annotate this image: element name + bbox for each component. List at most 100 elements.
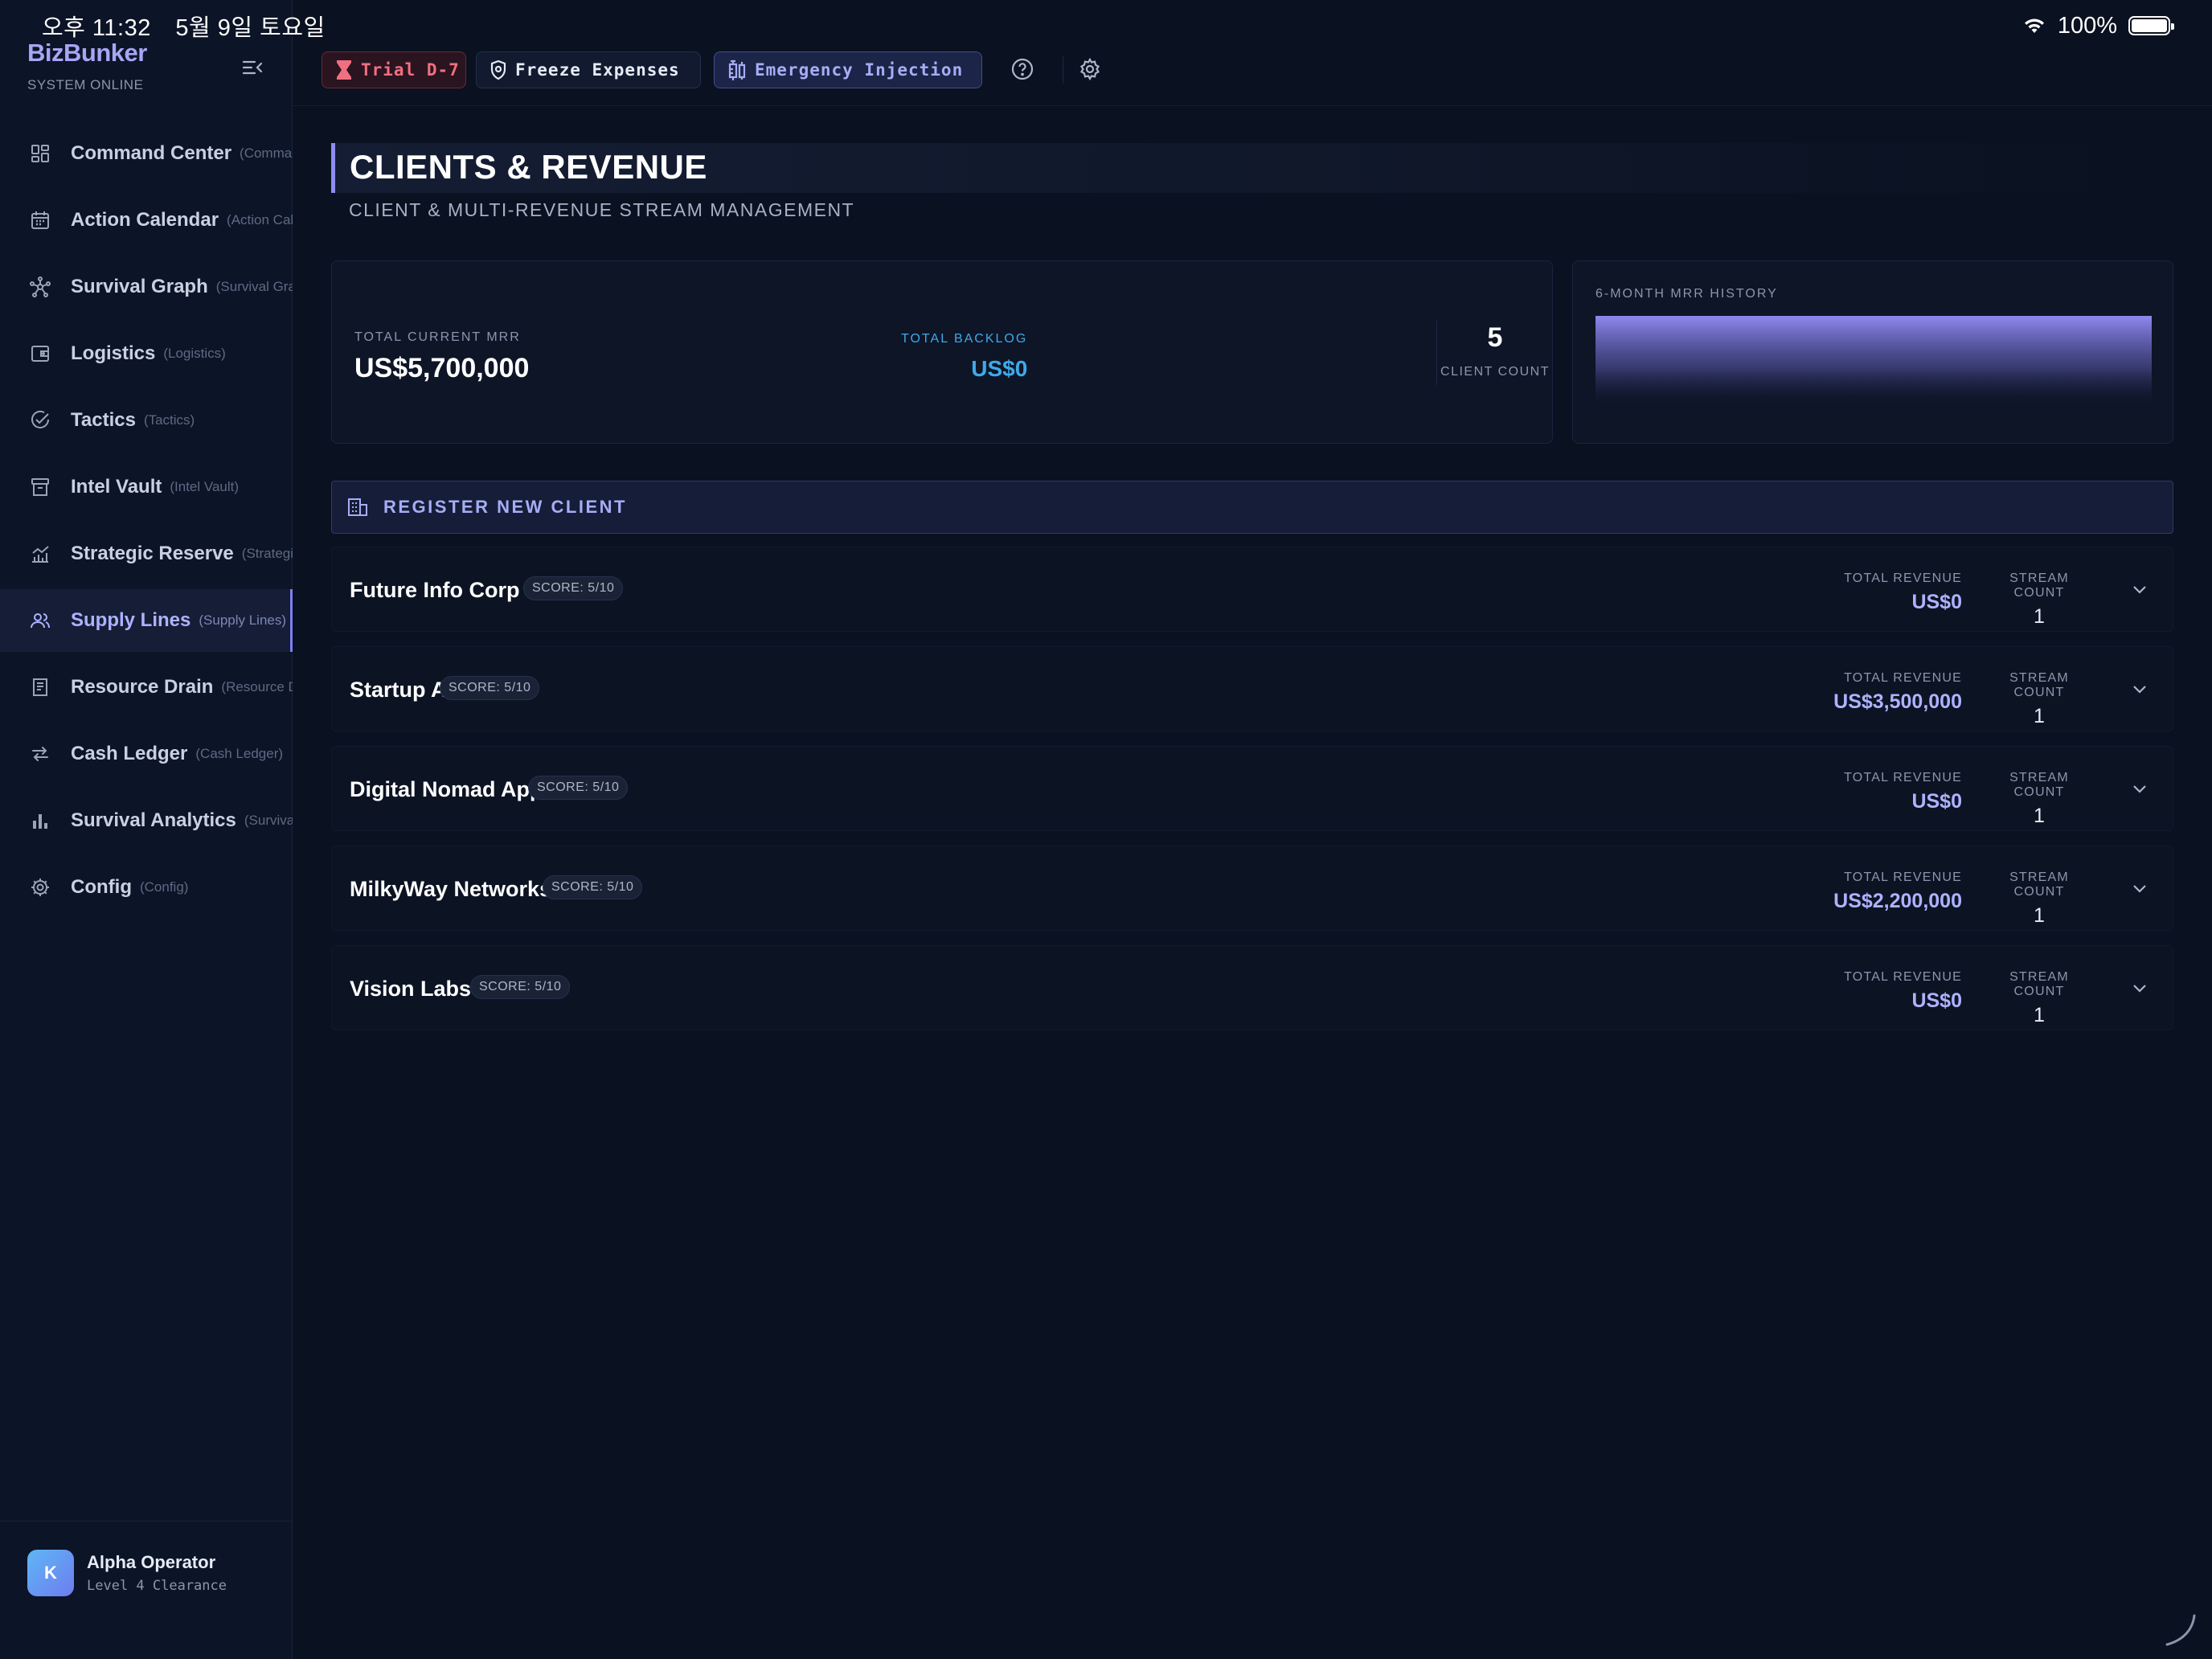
swap-icon [29, 743, 51, 765]
trial-badge-button[interactable]: Trial D-7 [322, 51, 466, 88]
sidebar-item-label: Logistics [71, 342, 156, 364]
sidebar-item-label: Action Calendar [71, 209, 219, 231]
client-total-revenue: TOTAL REVENUE US$0 [1844, 571, 1962, 614]
loading-spinner-icon [2165, 1614, 2196, 1646]
client-stream-count: STREAM COUNT 1 [1983, 970, 2095, 1027]
expand-client-button[interactable] [2128, 977, 2152, 1001]
expand-client-button[interactable] [2128, 877, 2152, 901]
user-profile[interactable]: K Alpha Operator Level 4 Clearance [0, 1521, 293, 1659]
client-row-milkyway-networks[interactable]: MilkyWay Networks SCORE: 5/10 TOTAL REVE… [331, 846, 2173, 931]
client-count-label: CLIENT COUNT [1440, 365, 1550, 379]
page-title: CLIENTS & REVENUE [350, 148, 707, 186]
sidebar-item-resource-drain[interactable]: Resource Drain (Resource Drain) [0, 656, 293, 719]
client-count-stat: 5 CLIENT COUNT [1436, 322, 1554, 379]
sidebar-item-cash-ledger[interactable]: Cash Ledger (Cash Ledger) [0, 723, 293, 785]
stream-count-label: STREAM COUNT [2009, 771, 2069, 799]
gear-icon [1079, 58, 1100, 80]
sidebar-item-label: Config [71, 876, 132, 898]
wallet-icon [29, 342, 51, 365]
stream-count-label: STREAM COUNT [2009, 671, 2069, 699]
help-button[interactable] [1008, 55, 1037, 84]
freeze-label: Freeze Expenses [515, 60, 680, 80]
sidebar-item-intel-vault[interactable]: Intel Vault (Intel Vault) [0, 456, 293, 518]
settings-button[interactable] [1075, 55, 1104, 84]
stream-count-label: STREAM COUNT [2009, 870, 2069, 899]
sidebar-item-action-calendar[interactable]: Action Calendar (Action Calendar) [0, 189, 293, 252]
page-subtitle: CLIENT & MULTI-REVENUE STREAM MANAGEMENT [349, 199, 855, 220]
sidebar-item-sublabel: (Resource Drain) [221, 679, 293, 694]
sidebar-item-sublabel: (Supply Lines) [199, 612, 287, 628]
sidebar-item-strategic-reserve[interactable]: Strategic Reserve (Strategic Reserve) [0, 522, 293, 585]
freeze-expenses-button[interactable]: Freeze Expenses [476, 51, 701, 88]
expand-client-button[interactable] [2128, 777, 2152, 801]
register-new-client-button[interactable]: REGISTER NEW CLIENT [331, 481, 2173, 534]
sidebar-item-survival-graph[interactable]: Survival Graph (Survival Graph) [0, 256, 293, 318]
sidebar-item-config[interactable]: Config (Config) [0, 856, 293, 919]
client-score-badge: SCORE: 5/10 [470, 975, 571, 999]
chart-icon [29, 543, 51, 565]
client-score-badge: SCORE: 5/10 [543, 875, 643, 899]
mrr-history-card: 6-MONTH MRR HISTORY [1572, 260, 2173, 444]
mrr-history-chart [1596, 316, 2152, 409]
users-icon [29, 609, 51, 632]
chevron-down-icon [2133, 586, 2146, 594]
building-icon [348, 498, 367, 516]
client-name: Startup A [350, 678, 447, 702]
client-row-digital-nomad-app[interactable]: Digital Nomad App SCORE: 5/10 TOTAL REVE… [331, 746, 2173, 831]
sidebar-item-tactics[interactable]: Tactics (Tactics) [0, 389, 293, 452]
client-name: Future Info Corp [350, 578, 520, 602]
shield-icon [490, 59, 507, 80]
archive-icon [29, 476, 51, 498]
stream-count-label: STREAM COUNT [2009, 571, 2069, 600]
client-row-startup-a[interactable]: Startup A SCORE: 5/10 TOTAL REVENUE US$3… [331, 646, 2173, 731]
sidebar: BizBunker SYSTEM ONLINE Command Center (… [0, 0, 293, 1659]
sidebar-item-sublabel: (Strategic Reserve) [241, 546, 293, 561]
stream-count-label: STREAM COUNT [2009, 970, 2069, 998]
total-revenue-value: US$2,200,000 [1833, 890, 1962, 912]
bar-chart-icon [29, 809, 51, 832]
total-revenue-value: US$0 [1911, 790, 1962, 813]
sidebar-item-command-center[interactable]: Command Center (Command Center) [0, 122, 293, 185]
total-revenue-value: US$0 [1911, 591, 1962, 613]
chevron-down-icon [2133, 686, 2146, 694]
total-backlog-stat: TOTAL BACKLOG US$0 [901, 332, 1027, 382]
chevron-down-icon [2133, 985, 2146, 993]
total-revenue-label: TOTAL REVENUE [1844, 970, 1962, 984]
emergency-injection-button[interactable]: Emergency Injection [714, 51, 982, 88]
client-row-future-info-corp[interactable]: Future Info Corp SCORE: 5/10 TOTAL REVEN… [331, 547, 2173, 632]
sidebar-item-survival-analytics[interactable]: Survival Analytics (Survival Analytics) [0, 789, 293, 852]
mrr-history-label: 6-MONTH MRR HISTORY [1596, 287, 1778, 301]
expand-client-button[interactable] [2128, 678, 2152, 702]
top-toolbar: Trial D-7 Freeze Expenses Emergency Inje… [293, 0, 2212, 106]
sidebar-item-label: Resource Drain [71, 676, 214, 698]
total-revenue-value: US$3,500,000 [1833, 690, 1962, 713]
brand: BizBunker SYSTEM ONLINE [27, 39, 147, 93]
client-name: Vision Labs [350, 977, 472, 1001]
sidebar-item-label: Tactics [71, 409, 136, 431]
sidebar-item-supply-lines[interactable]: Supply Lines (Supply Lines) [0, 589, 293, 652]
collapse-sidebar-button[interactable] [240, 55, 265, 80]
stream-count-value: 1 [2034, 605, 2045, 628]
page-header: CLIENTS & REVENUE [331, 143, 2173, 193]
client-row-vision-labs[interactable]: Vision Labs SCORE: 5/10 TOTAL REVENUE US… [331, 945, 2173, 1030]
sidebar-item-sublabel: (Command Center) [240, 145, 293, 161]
hourglass-icon [335, 59, 353, 80]
total-backlog-label: TOTAL BACKLOG [901, 332, 1028, 346]
total-mrr-value: US$5,700,000 [354, 353, 530, 383]
sidebar-item-sublabel: (Intel Vault) [170, 479, 240, 494]
avatar: K [27, 1550, 74, 1596]
client-score-badge: SCORE: 5/10 [523, 576, 624, 600]
gear-icon [29, 876, 51, 899]
register-new-client-label: REGISTER NEW CLIENT [383, 497, 627, 517]
sidebar-item-logistics[interactable]: Logistics (Logistics) [0, 322, 293, 385]
chevron-down-icon [2133, 785, 2146, 793]
emergency-label: Emergency Injection [755, 60, 964, 80]
syringe-icon [727, 59, 747, 81]
expand-client-button[interactable] [2128, 578, 2152, 602]
receipt-icon [29, 676, 51, 698]
sidebar-item-label: Supply Lines [71, 609, 191, 631]
brand-logo[interactable]: BizBunker [27, 39, 147, 68]
sidebar-nav: Command Center (Command Center) Action C… [0, 122, 293, 923]
client-total-revenue: TOTAL REVENUE US$0 [1844, 970, 1962, 1013]
client-stream-count: STREAM COUNT 1 [1983, 571, 2095, 629]
